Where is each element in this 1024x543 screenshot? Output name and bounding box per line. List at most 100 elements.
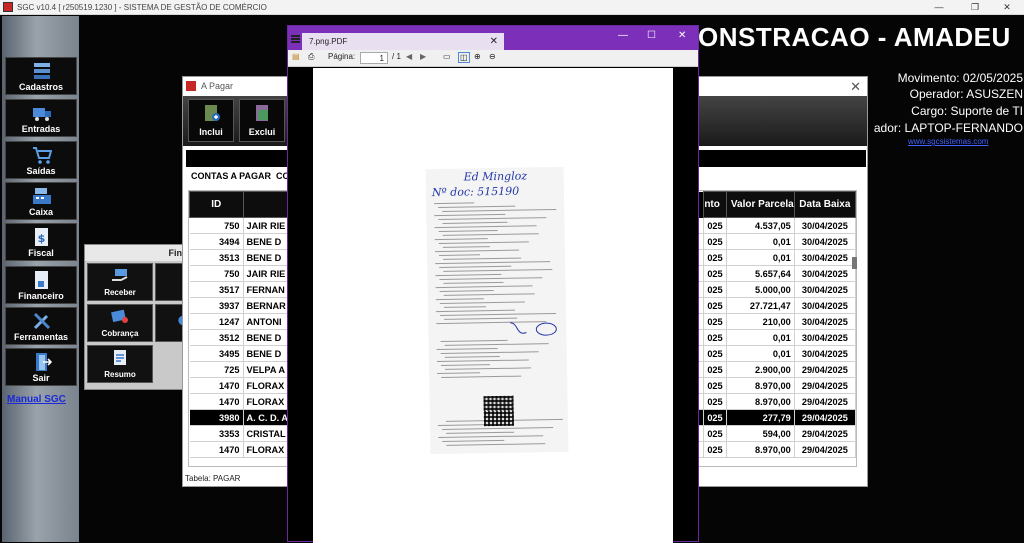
receipt-line: [438, 217, 547, 221]
handwritten-mark-icon: [510, 322, 557, 336]
cell-dt: 025: [703, 265, 727, 282]
sidebar-item-saidas[interactable]: Saídas: [5, 141, 77, 179]
open-file-icon[interactable]: ▤: [292, 52, 300, 61]
cell-id: 1470: [189, 393, 244, 410]
cell-baixa: 30/04/2025: [794, 313, 856, 330]
cell-id: 750: [189, 265, 244, 282]
receipt-line: [442, 208, 557, 212]
cell-valor: 210,00: [726, 313, 795, 330]
pdf-tab[interactable]: 7.png.PDF ✕: [302, 33, 504, 50]
manual-link[interactable]: Manual SGC: [7, 394, 66, 405]
app-logo-icon: [3, 2, 13, 12]
cart-icon: [33, 147, 52, 164]
cell-valor: 0,01: [726, 345, 795, 362]
button-label: Cobrança: [101, 329, 139, 338]
sidebar-item-label: Financeiro: [18, 291, 64, 301]
receipt-line: [435, 298, 484, 301]
sidebar-item-financeiro[interactable]: Financeiro: [5, 266, 77, 304]
tab-close-icon[interactable]: ✕: [490, 33, 498, 50]
receipt-line: [435, 285, 533, 289]
receipt-line: [440, 364, 490, 366]
pdf-title-bar: 7.png.PDF ✕ — ☐ ✕: [288, 26, 698, 50]
next-page-icon[interactable]: ▶: [420, 52, 426, 61]
col-vencimento[interactable]: nto: [703, 191, 727, 218]
receber-button[interactable]: Receber: [87, 263, 153, 301]
receipt-line: [442, 427, 554, 430]
receipt-line: [444, 355, 500, 358]
sidebar: Cadastros Entradas Saídas Caixa $ Fiscal…: [2, 16, 79, 542]
cell-dt: 025: [703, 297, 727, 314]
zoom-in-icon[interactable]: ⊕: [474, 52, 481, 61]
page-input[interactable]: 1: [360, 52, 388, 64]
fit-page-icon[interactable]: ▭: [443, 52, 451, 61]
panel-title: Fina: [85, 245, 197, 261]
financeiro-panel: Fina Receber P Cobrança Resumo: [84, 244, 199, 390]
minimize-button[interactable]: —: [922, 0, 956, 15]
close-button[interactable]: ✕: [990, 0, 1024, 15]
cell-baixa: 30/04/2025: [794, 249, 856, 266]
cell-baixa: 30/04/2025: [794, 329, 856, 346]
menu-icon[interactable]: [291, 35, 300, 43]
print-icon[interactable]: ⎙: [308, 52, 314, 62]
sidebar-item-ferramentas[interactable]: Ferramentas: [5, 307, 77, 345]
incluir-button[interactable]: Inclui: [188, 99, 234, 142]
pdf-close-button[interactable]: ✕: [678, 30, 686, 41]
col-data-baixa[interactable]: Data Baixa: [793, 191, 856, 218]
sidebar-item-cadastros[interactable]: Cadastros: [5, 57, 77, 95]
svg-text:$: $: [38, 232, 46, 245]
operador-label: Operador: ASUSZEN: [909, 87, 1023, 101]
sidebar-item-caixa[interactable]: Caixa: [5, 182, 77, 220]
cell-valor: 4.537,05: [726, 217, 795, 234]
hand-money-icon: [112, 269, 128, 281]
cell-dt: 025: [703, 393, 727, 410]
pdf-viewer-window: 7.png.PDF ✕ — ☐ ✕ ▤ ⎙ Página: 1 / 1 ◀ ▶ …: [287, 25, 699, 543]
cell-baixa: 29/04/2025: [794, 361, 856, 378]
prev-page-icon[interactable]: ◀: [406, 52, 412, 61]
button-label: Receber: [104, 288, 136, 297]
sidebar-item-sair[interactable]: Sair: [5, 348, 77, 386]
cobranca-button[interactable]: Cobrança: [87, 304, 153, 342]
col-valor[interactable]: Valor Parcela: [725, 191, 795, 218]
window-close-button[interactable]: ✕: [850, 78, 861, 96]
sidebar-item-entradas[interactable]: Entradas: [5, 99, 77, 137]
fit-width-icon[interactable]: ◫: [458, 52, 470, 63]
website-link[interactable]: www.sgcsistemas.com: [908, 137, 988, 146]
handwritten-doc-number: Nº doc: 515190: [431, 184, 520, 200]
resumo-button[interactable]: Resumo: [87, 345, 153, 383]
cell-dt: 025: [703, 409, 727, 426]
maximize-button[interactable]: ❐: [958, 0, 992, 15]
excluir-button[interactable]: Exclui: [239, 99, 285, 142]
sidebar-item-label: Fiscal: [28, 248, 54, 258]
sidebar-item-label: Saídas: [26, 166, 56, 176]
cell-dt: 025: [703, 425, 727, 442]
pdf-minimize-button[interactable]: —: [618, 30, 628, 41]
cell-baixa: 30/04/2025: [794, 217, 856, 234]
button-label: Exclui: [248, 127, 276, 137]
cell-valor: 0,01: [726, 329, 795, 346]
movimento-date: Movimento: 02/05/2025: [897, 71, 1023, 85]
cell-dt: 025: [703, 377, 727, 394]
cell-dt: 025: [703, 217, 727, 234]
tools-icon: [33, 312, 51, 330]
sidebar-item-fiscal[interactable]: $ Fiscal: [5, 223, 77, 261]
billing-icon: [111, 309, 128, 323]
col-id[interactable]: ID: [189, 191, 244, 218]
receipt-line: [434, 213, 506, 217]
receipt-line: [442, 221, 508, 224]
pdf-page: Ed Mingloz Nº doc: 515190: [313, 68, 673, 543]
receipt-line: [446, 443, 546, 446]
cell-valor: 8.970,00: [726, 393, 795, 410]
cell-baixa: 29/04/2025: [794, 393, 856, 410]
zoom-out-icon[interactable]: ⊖: [489, 52, 496, 61]
receipt-line: [439, 290, 494, 292]
cell-id: 3512: [189, 329, 244, 346]
cell-id: 3494: [189, 233, 244, 250]
receipt-line: [446, 431, 515, 434]
scrollbar-thumb[interactable]: [852, 257, 857, 269]
window-title: A Pagar: [201, 81, 234, 91]
cell-valor: 27.721,47: [726, 297, 795, 314]
receipt-line: [439, 277, 543, 280]
cell-id: 3517: [189, 281, 244, 298]
sidebar-item-label: Sair: [32, 373, 50, 383]
pdf-maximize-button[interactable]: ☐: [647, 30, 656, 41]
